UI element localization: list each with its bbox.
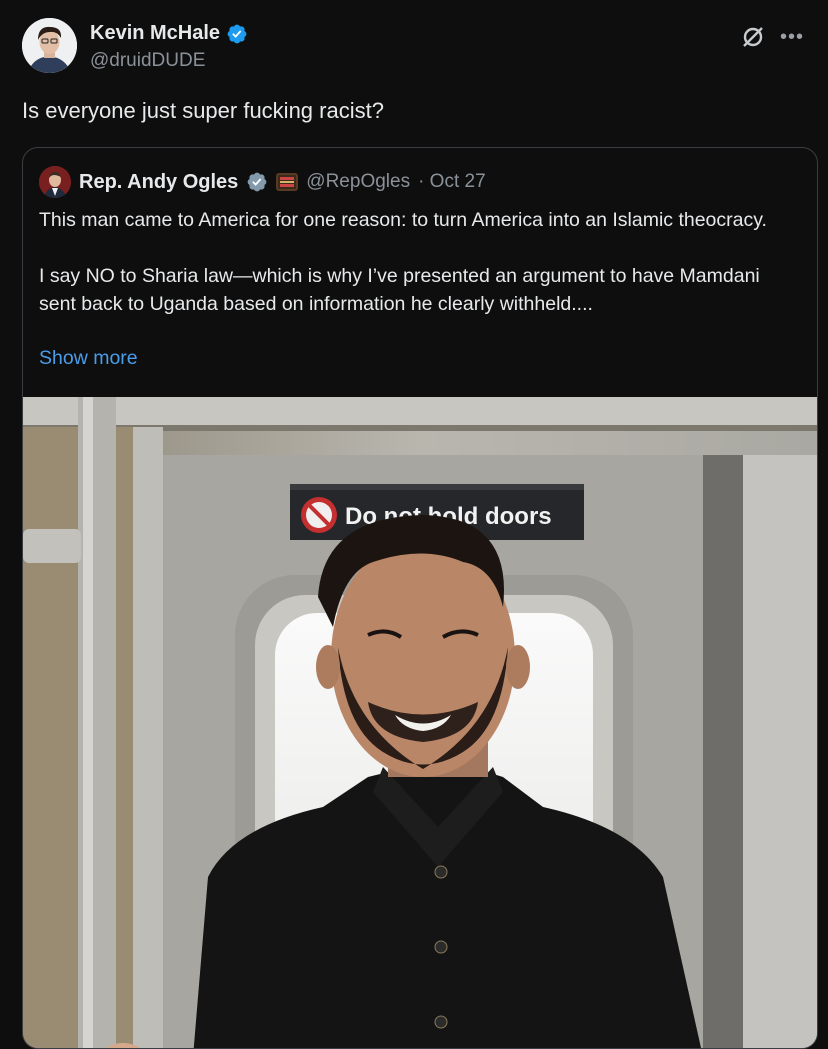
author-name[interactable]: Kevin McHale xyxy=(90,22,220,45)
show-more-link[interactable]: Show more xyxy=(39,347,138,370)
grok-icon[interactable] xyxy=(740,24,766,50)
quoted-text: This man came to America for one reason:… xyxy=(39,206,799,346)
quoted-date[interactable]: · Oct 27 xyxy=(418,171,486,193)
verified-badge-icon xyxy=(227,24,247,43)
affiliation-badge-icon xyxy=(276,173,299,191)
author-handle[interactable]: @druidDUDE xyxy=(90,50,205,72)
quoted-avatar[interactable] xyxy=(39,166,71,198)
quoted-author-name[interactable]: Rep. Andy Ogles xyxy=(79,171,238,194)
verified-gray-badge-icon xyxy=(247,172,267,192)
tweet-header: Kevin McHale @druidDUDE ••• xyxy=(22,18,814,78)
more-options-icon[interactable]: ••• xyxy=(780,27,804,47)
quoted-paragraph-2: I say NO to Sharia law—which is why I’ve… xyxy=(39,265,760,315)
tweet-text: Is everyone just super fucking racist? xyxy=(22,98,384,123)
avatar[interactable] xyxy=(22,18,77,73)
quoted-author-handle[interactable]: @RepOgles xyxy=(306,171,410,193)
quoted-paragraph-1: This man came to America for one reason:… xyxy=(39,209,767,231)
quoted-tweet-card[interactable]: Rep. Andy Ogles @RepOgles · Oct 27 This … xyxy=(22,147,818,1049)
quoted-photo[interactable]: Do not hold doors xyxy=(23,397,817,1049)
